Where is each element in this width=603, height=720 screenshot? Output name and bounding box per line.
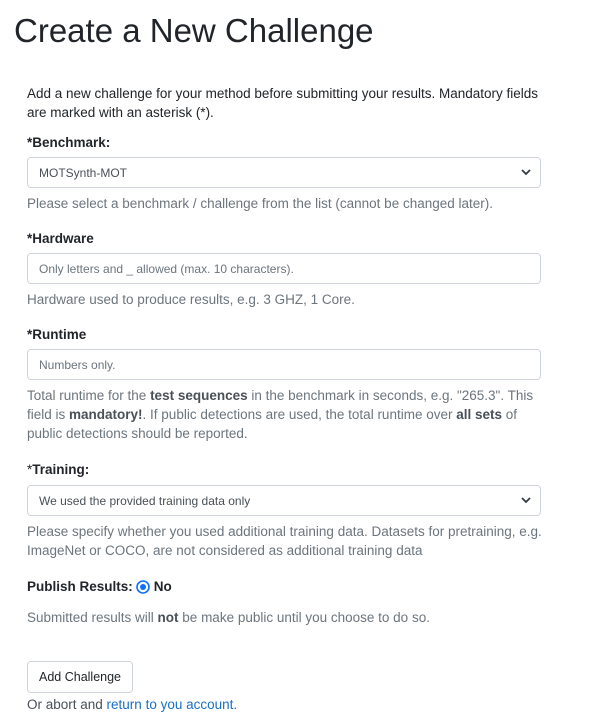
hardware-placeholder: Only letters and _ allowed (max. 10 char… [39, 261, 294, 276]
intro-text: Add a new challenge for your method befo… [27, 86, 539, 120]
training-help: Please specify whether you used addition… [27, 524, 542, 558]
benchmark-select-value: MOTSynth-MOT [39, 165, 128, 180]
hardware-input[interactable]: Only letters and _ allowed (max. 10 char… [27, 253, 541, 284]
benchmark-help: Please select a benchmark / challenge fr… [27, 196, 494, 211]
benchmark-select[interactable]: MOTSynth-MOT [27, 157, 541, 188]
benchmark-label: *Benchmark: [27, 135, 111, 150]
chevron-down-icon [521, 169, 531, 176]
page-title: Create a New Challenge [14, 12, 374, 49]
publish-help: Submitted results will not be make publi… [27, 610, 430, 625]
publish-row: Publish Results: No [27, 578, 172, 596]
hardware-label: *Hardware [27, 231, 94, 246]
publish-label: Publish Results: [27, 579, 133, 594]
hardware-help: Hardware used to produce results, e.g. 3… [27, 292, 355, 307]
training-select[interactable]: We used the provided training data only [27, 485, 541, 516]
training-label: *Training: [27, 462, 90, 477]
runtime-label: *Runtime [27, 327, 87, 342]
radio-no[interactable] [135, 580, 150, 595]
training-select-value: We used the provided training data only [39, 493, 251, 508]
runtime-placeholder: Numbers only. [39, 357, 116, 372]
runtime-input[interactable]: Numbers only. [27, 349, 541, 380]
add-challenge-button[interactable]: Add Challenge [27, 661, 134, 693]
publish-option-no[interactable]: No [154, 579, 172, 594]
runtime-help: Total runtime for the test sequences in … [27, 388, 534, 441]
chevron-down-icon [521, 497, 531, 504]
return-account-link[interactable]: return to you account. [107, 697, 238, 712]
abort-text: Or abort and return to you account. [27, 697, 238, 712]
